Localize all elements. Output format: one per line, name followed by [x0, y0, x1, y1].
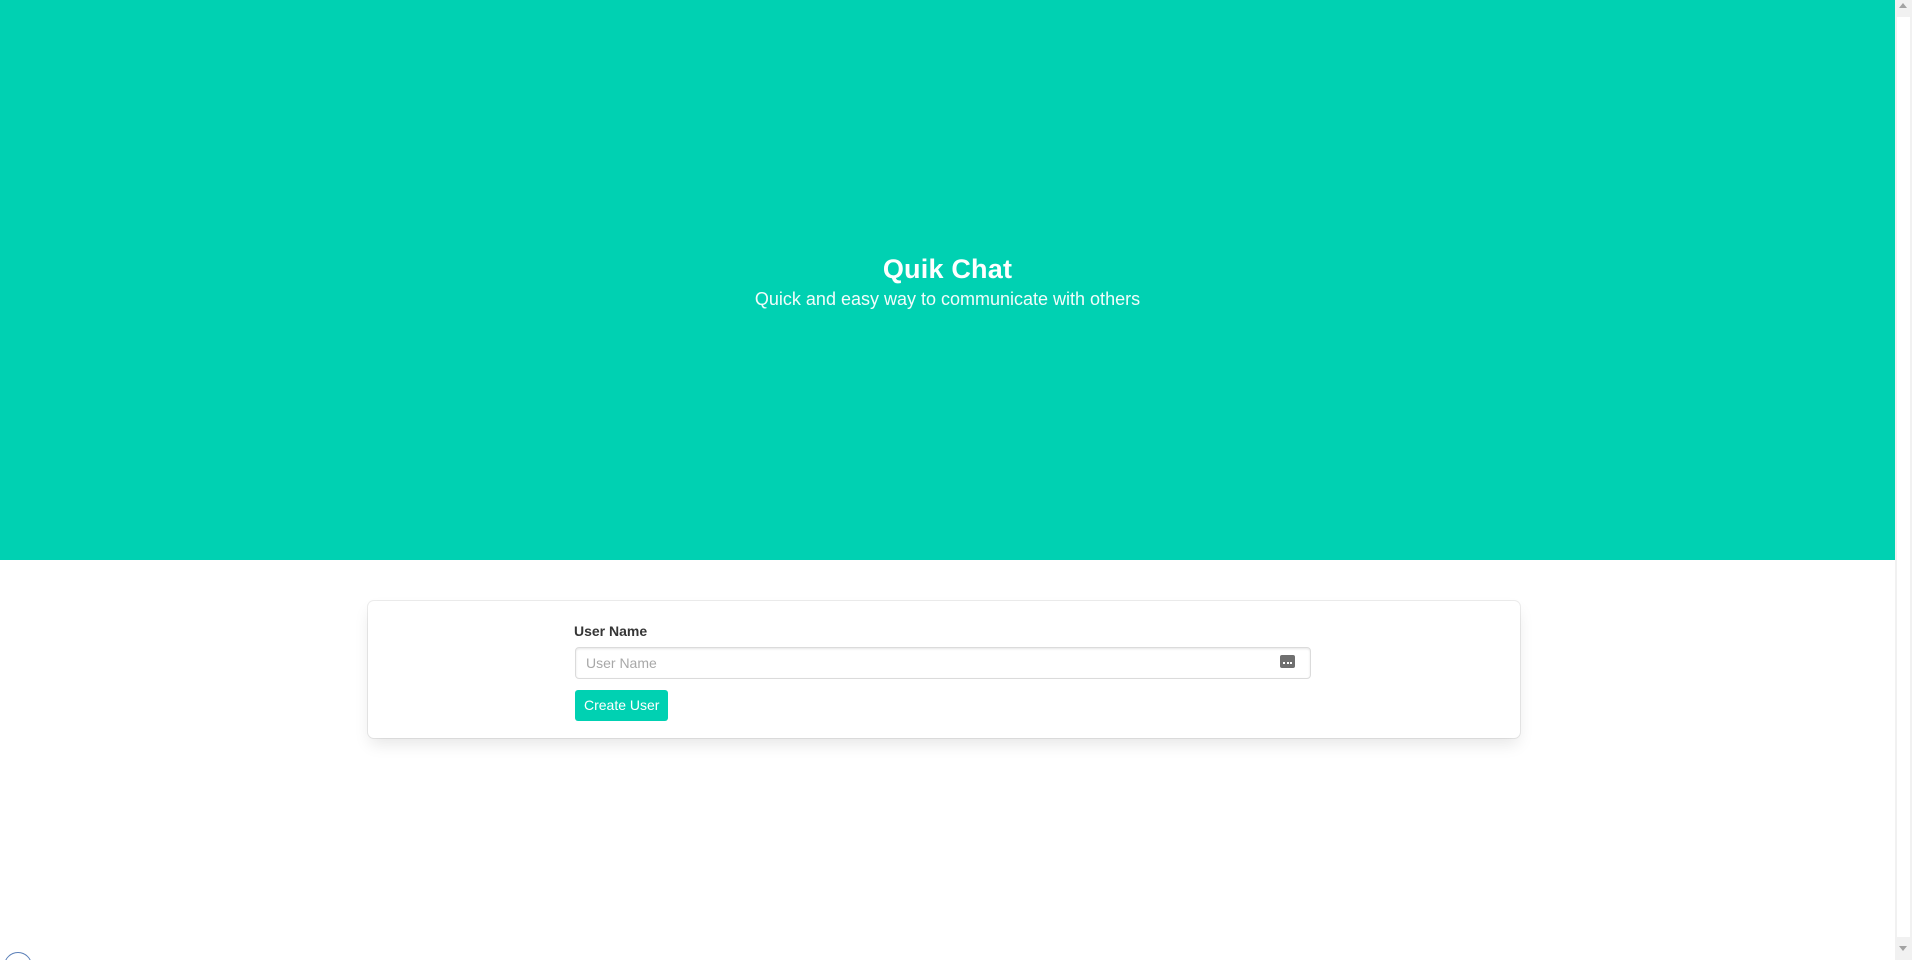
browser-extension-icon[interactable]	[4, 952, 32, 960]
create-user-card: User Name Create User	[368, 601, 1520, 738]
vertical-scrollbar[interactable]	[1895, 0, 1912, 960]
viewport: Quik Chat Quick and easy way to communic…	[0, 0, 1895, 960]
app-title: Quik Chat	[882, 254, 1013, 284]
scroll-up-arrow-icon[interactable]	[1899, 3, 1907, 8]
page: Quik Chat Quick and easy way to communic…	[0, 0, 1912, 960]
create-user-button[interactable]: Create User	[575, 690, 669, 721]
app-subtitle: Quick and easy way to communicate with o…	[754, 289, 1141, 309]
user-name-field	[575, 647, 1311, 679]
scrollbar-track[interactable]	[1897, 17, 1910, 937]
password-manager-icon[interactable]	[1280, 655, 1295, 668]
user-name-label: User Name	[574, 623, 648, 639]
scroll-down-arrow-icon[interactable]	[1899, 946, 1907, 951]
user-name-input[interactable]	[575, 647, 1311, 679]
hero-banner: Quik Chat Quick and easy way to communic…	[0, 0, 1895, 560]
